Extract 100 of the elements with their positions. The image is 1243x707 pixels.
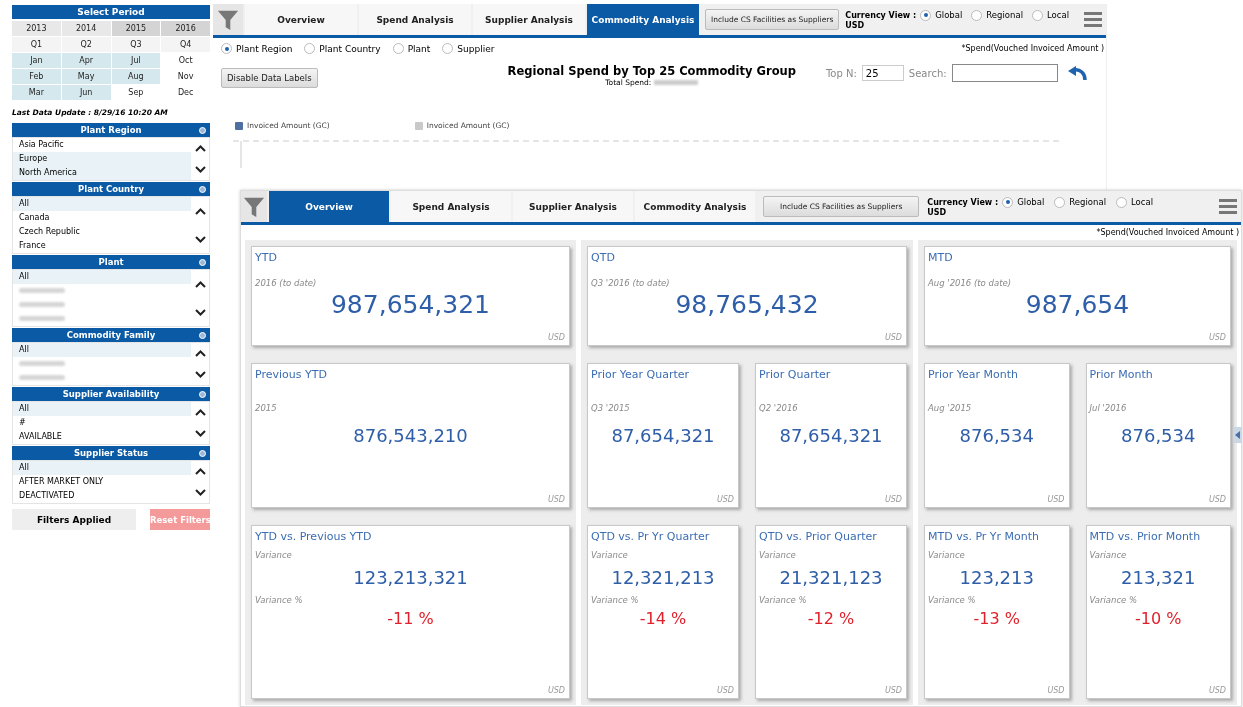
filter-item[interactable]: All	[13, 197, 191, 211]
radio-button[interactable]	[971, 9, 983, 21]
month-cell[interactable]: May	[61, 69, 111, 84]
filter-item[interactable]: AVAILABLE	[13, 430, 191, 444]
radio-button[interactable]	[392, 43, 404, 54]
filter-item[interactable]: All	[13, 270, 191, 284]
variance-label: Variance	[928, 550, 966, 560]
top-n-field[interactable]: 25	[861, 65, 904, 81]
card-title: MTD vs. Prior Month	[1089, 530, 1202, 543]
currency-unit: USD	[547, 333, 565, 342]
filters-applied-button[interactable]: Filters Applied	[12, 509, 136, 530]
radio-label: Local	[1131, 197, 1154, 207]
tab[interactable]: Spend Analysis	[391, 191, 511, 222]
card-title: Prior Year Quarter	[591, 368, 691, 381]
card-value: 876,543,210	[352, 425, 469, 446]
chevron-down-icon[interactable]	[194, 235, 206, 243]
month-cell[interactable]: Apr	[61, 53, 111, 68]
menu-icon[interactable]	[1084, 12, 1102, 27]
variance-label: Variance	[759, 550, 797, 560]
tab[interactable]: Overview	[269, 191, 389, 222]
filter-item[interactable]: All	[13, 402, 191, 416]
filter-item[interactable]: Europe	[13, 152, 191, 166]
year-cell[interactable]: 2016	[161, 21, 210, 36]
variance-value: 213,321	[1120, 567, 1197, 588]
month-cell[interactable]: Mar	[12, 85, 61, 100]
tab[interactable]: Supplier Analysis	[473, 4, 585, 35]
tab[interactable]: Spend Analysis	[359, 4, 471, 35]
month-cell[interactable]: Jul	[111, 53, 161, 68]
chevron-down-icon[interactable]	[194, 166, 206, 173]
radio-button[interactable]	[1032, 9, 1043, 21]
radio-button[interactable]	[1002, 196, 1014, 208]
radio-button[interactable]	[1054, 196, 1066, 208]
variance-percent: -13 %	[972, 609, 1021, 628]
chevron-down-icon[interactable]	[194, 489, 206, 496]
quarter-cell[interactable]: Q1	[12, 37, 61, 52]
disable-data-labels-button[interactable]: Disable Data Labels	[221, 68, 318, 88]
variance-percent-label: Variance %	[1089, 595, 1139, 605]
radio-button[interactable]	[304, 43, 316, 54]
chevron-up-icon[interactable]	[194, 207, 206, 215]
quarter-cell[interactable]: Q3	[111, 37, 161, 52]
undo-icon[interactable]	[1066, 65, 1087, 81]
filter-item[interactable]: Canada	[13, 211, 191, 225]
currency-unit: USD	[884, 686, 902, 695]
quarter-cell[interactable]: Q4	[161, 37, 210, 52]
filter-item[interactable]: All	[13, 343, 191, 357]
chevron-down-icon[interactable]	[194, 308, 206, 316]
year-cell[interactable]: 2014	[61, 21, 111, 36]
filter-item[interactable]: Czech Republic	[13, 225, 191, 239]
spend-note: *Spend(Vouched Invoiced Amount )	[1096, 228, 1239, 237]
filter-item[interactable]: France	[13, 239, 191, 253]
settings-icon[interactable]	[199, 391, 206, 398]
card-subtitle: 2015	[255, 403, 278, 413]
filter-item[interactable]: All	[13, 461, 191, 475]
radio-button[interactable]	[920, 9, 932, 21]
card-value: 876,534	[1120, 425, 1197, 446]
filter-header: Commodity Family	[12, 328, 210, 342]
search-field[interactable]	[951, 64, 1058, 82]
currency-view-label: Currency View :	[845, 10, 917, 20]
chevron-up-icon[interactable]	[194, 280, 206, 288]
tab[interactable]: Supplier Analysis	[513, 191, 633, 222]
currency-unit: USD	[1208, 686, 1226, 695]
tab[interactable]: Commodity Analysis	[635, 191, 755, 222]
month-cell[interactable]: Jan	[12, 53, 61, 68]
year-cell[interactable]: 2015	[111, 21, 161, 36]
quarter-cell[interactable]: Q2	[61, 37, 111, 52]
radio-button[interactable]	[1116, 196, 1127, 208]
month-cell[interactable]: Feb	[12, 69, 61, 84]
settings-icon[interactable]	[199, 332, 206, 339]
card-subtitle: Aug '2015	[928, 403, 973, 413]
search-label: Search:	[908, 67, 947, 79]
card-subtitle: 2016 (to date)	[255, 278, 318, 288]
filter-item[interactable]: Asia Pacific	[13, 138, 191, 152]
card-value: 987,654	[1024, 290, 1131, 319]
variance-value: 21,321,123	[778, 567, 884, 588]
card-value: 987,654,321	[329, 290, 491, 319]
radio-label: Local	[1047, 10, 1070, 20]
tab[interactable]: Overview	[245, 4, 357, 35]
radio-label: Plant	[407, 43, 431, 54]
chevron-up-icon[interactable]	[194, 409, 206, 416]
chevron-down-icon[interactable]	[194, 371, 206, 378]
radio-button[interactable]	[221, 43, 232, 54]
filter-item[interactable]: #	[13, 416, 191, 430]
tab[interactable]: Commodity Analysis	[587, 4, 699, 35]
chevron-up-icon[interactable]	[194, 350, 206, 357]
filter-item[interactable]: North America	[13, 166, 191, 180]
settings-icon[interactable]	[199, 127, 206, 134]
filter-item[interactable]: AFTER MARKET ONLY	[13, 475, 191, 489]
chevron-down-icon[interactable]	[194, 430, 206, 437]
menu-icon[interactable]	[1219, 199, 1237, 214]
collapse-handle[interactable]	[1233, 427, 1242, 443]
filter-item[interactable]: DEACTIVATED	[13, 489, 191, 503]
radio-button[interactable]	[442, 43, 454, 54]
month-cell[interactable]: Aug	[111, 69, 161, 84]
settings-icon[interactable]	[199, 186, 206, 193]
year-cell[interactable]: 2013	[12, 21, 61, 36]
settings-icon[interactable]	[199, 259, 206, 266]
month-cell[interactable]: Jun	[61, 85, 111, 100]
settings-icon[interactable]	[199, 450, 206, 457]
chevron-up-icon[interactable]	[194, 468, 206, 475]
chevron-up-icon[interactable]	[194, 145, 206, 152]
